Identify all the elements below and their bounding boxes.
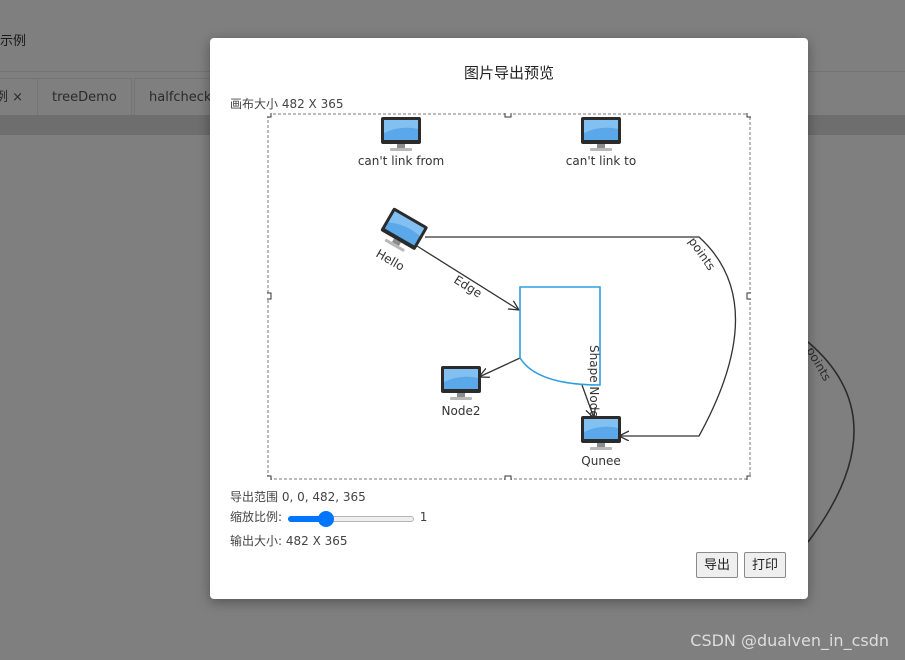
resize-handle-bottom[interactable]	[504, 475, 512, 480]
resize-handle-bottom-left[interactable]	[267, 475, 272, 480]
node-qunee-icon[interactable]	[581, 416, 621, 450]
dialog-title: 图片导出预览	[463, 64, 554, 82]
node-node2-label: Node2	[442, 404, 481, 418]
resize-handle-bottom-right[interactable]	[746, 475, 751, 480]
resize-handle-top-right[interactable]	[746, 113, 751, 118]
export-range-text: 导出范围 0, 0, 482, 365	[230, 490, 366, 504]
scale-row: 缩放比例: 1	[230, 508, 428, 527]
edge-label-points: points	[686, 235, 719, 273]
resize-handle-right[interactable]	[746, 292, 751, 300]
export-button[interactable]: 导出	[696, 552, 739, 578]
csdn-watermark: CSDN @dualven_in_csdn	[690, 631, 889, 650]
node-cant-link-from-icon[interactable]	[381, 117, 421, 151]
scale-slider[interactable]	[287, 510, 414, 527]
selection-frame	[267, 113, 751, 480]
print-button[interactable]: 打印	[744, 552, 787, 578]
edge-label-shape-node: Shape Node	[587, 345, 601, 418]
output-size-text: 输出大小: 482 X 365	[230, 534, 348, 548]
scale-value: 1	[419, 510, 428, 524]
edge-label-edge: Edge	[451, 273, 484, 301]
export-preview-dialog: 图片导出预览 画布大小 482 X 365 can't link from ca…	[210, 38, 808, 599]
canvas-size-text: 画布大小 482 X 365	[230, 97, 344, 111]
resize-handle-top-left[interactable]	[267, 113, 272, 118]
node-qunee-label: Qunee	[581, 454, 620, 468]
scale-slider-thumb[interactable]	[317, 510, 334, 527]
node-cant-link-to-icon[interactable]	[581, 117, 621, 151]
node-node2-icon[interactable]	[441, 366, 481, 400]
node-cant-link-to-label: can't link to	[566, 154, 636, 168]
node-cant-link-from-label: can't link from	[358, 154, 444, 168]
edge-shape-node2[interactable]	[479, 357, 521, 377]
resize-handle-top[interactable]	[504, 113, 512, 118]
preview-canvas[interactable]: can't link from can't link to Hello Node…	[267, 113, 751, 480]
resize-handle-left[interactable]	[267, 292, 272, 300]
scale-label: 缩放比例:	[230, 510, 283, 524]
